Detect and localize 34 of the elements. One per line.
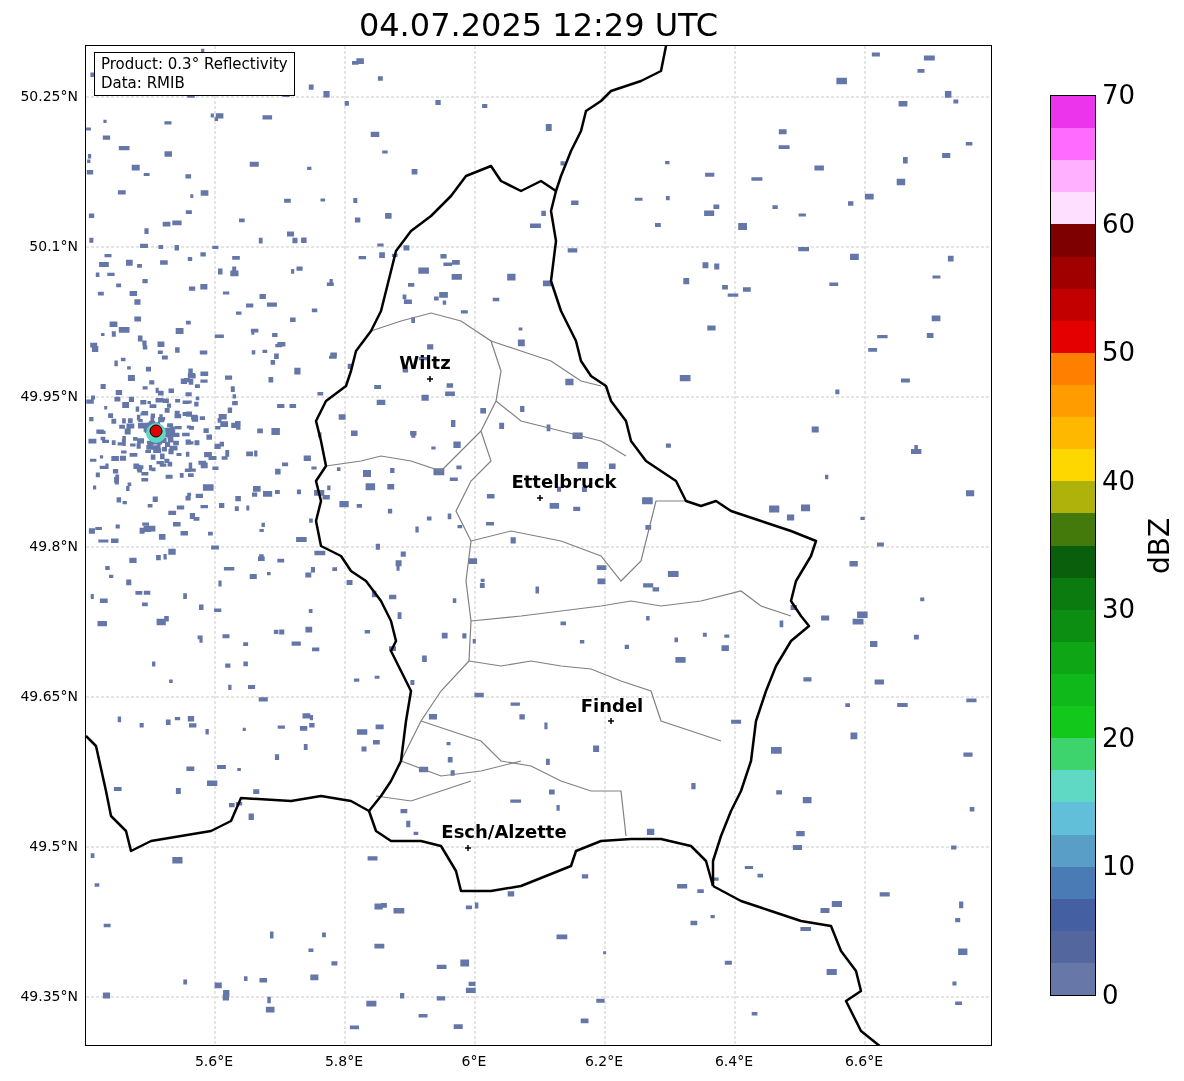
city-label: Wiltz <box>399 353 451 373</box>
longitude-label: 5.6°E <box>194 1052 234 1070</box>
info-text: Data: RMIB <box>101 74 186 93</box>
info-text: Product: 0.3° Reflectivity <box>101 55 288 74</box>
colorbar-tick-label: 50 <box>1102 337 1136 368</box>
latitude-label: 49.35°N <box>20 987 78 1005</box>
city-marker-icon <box>464 844 472 852</box>
colorbar-tick-label: 20 <box>1102 722 1136 753</box>
longitude-label: 6.4°E <box>714 1052 754 1070</box>
longitude-label: 6.2°E <box>584 1052 624 1070</box>
latitude-label: 49.5°N <box>29 837 78 855</box>
city-label: Esch/Alzette <box>441 822 567 842</box>
radar-site-icon <box>146 423 166 443</box>
colorbar-tick-label: 60 <box>1102 208 1136 239</box>
colorbar-tick-label: 70 <box>1102 80 1136 110</box>
plot-title: 04.07.2025 12:29 UTC <box>358 5 719 45</box>
colorbar-tick-label: 10 <box>1102 851 1136 882</box>
city-marker-icon <box>607 717 615 725</box>
city-label: Findel <box>580 696 644 716</box>
longitude-label: 5.8°E <box>324 1052 364 1070</box>
latitude-label: 50.1°N <box>29 237 78 255</box>
city-marker-icon <box>426 375 434 383</box>
colorbar-tick-label: 0 <box>1102 980 1119 1010</box>
longitude-label: 6.6°E <box>844 1052 884 1070</box>
colorbar-label: dBZ <box>1144 517 1176 574</box>
city-marker-icon <box>536 494 544 502</box>
latitude-label: 49.95°N <box>20 387 78 405</box>
city-label: Ettelbruck <box>511 472 617 492</box>
latitude-label: 50.25°N <box>20 87 78 105</box>
latitude-label: 49.65°N <box>20 687 78 705</box>
latitude-label: 49.8°N <box>29 537 78 555</box>
longitude-label: 6°E <box>461 1052 487 1070</box>
colorbar-tick-label: 40 <box>1102 465 1136 496</box>
colorbar-tick-label: 30 <box>1102 594 1136 625</box>
